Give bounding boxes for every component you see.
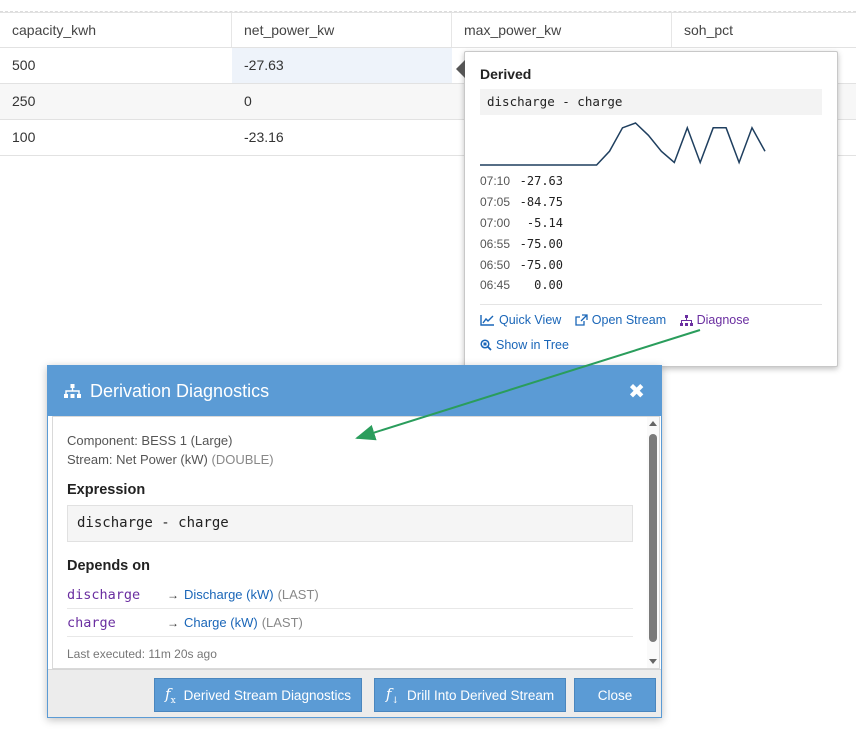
popover-arrow (456, 60, 465, 78)
recent-values-list: 07:10 -27.63 07:05 -84.75 07:00 -5.14 06:55… (480, 171, 822, 296)
table-header: capacity_kwh net_power_kw max_power_kw s… (0, 12, 856, 48)
value-row: 06:55 -75.00 (480, 233, 822, 254)
value-time: 06:45 (480, 278, 511, 293)
value-number: -84.75 (519, 195, 563, 210)
drill-into-derived-stream-label: Drill Into Derived Stream (407, 687, 555, 703)
open-stream-link[interactable]: Open Stream (575, 313, 666, 327)
external-link-icon (575, 314, 588, 326)
scroll-up-icon[interactable] (649, 421, 657, 426)
popover-actions-row2: Show in Tree (480, 338, 822, 354)
column-header[interactable]: net_power_kw (232, 13, 452, 47)
popover-divider (480, 303, 822, 305)
line-chart-icon (480, 314, 494, 326)
column-header[interactable]: max_power_kw (452, 13, 672, 47)
depends-heading: Depends on (67, 558, 150, 574)
diagnose-label: Diagnose (696, 313, 750, 328)
derived-stream-diagnostics-button[interactable]: fx Derived Stream Diagnostics (154, 678, 362, 712)
value-time: 07:00 (480, 215, 511, 230)
function-icon: fx (165, 684, 176, 706)
popover-expression: discharge - charge (480, 89, 822, 115)
popover-title: Derived (480, 66, 532, 82)
close-icon[interactable]: ✖ (628, 379, 645, 404)
scroll-thumb[interactable] (649, 434, 657, 642)
table-cell-selected[interactable]: -27.63 (232, 48, 452, 83)
expression-box: discharge - charge (67, 505, 633, 542)
last-executed: Last executed: 11m 20s ago (67, 647, 217, 661)
dependency-link[interactable]: Discharge (kW) (184, 587, 274, 602)
stream-label: Stream: Net Power (kW) (67, 452, 208, 467)
modal-header: Derivation Diagnostics ✖ (48, 366, 661, 416)
column-header[interactable]: soh_pct (672, 13, 856, 47)
stream-type: (DOUBLE) (211, 452, 274, 467)
close-button[interactable]: Close (574, 678, 656, 712)
dependency-link[interactable]: Charge (kW) (184, 615, 258, 630)
show-in-tree-link[interactable]: Show in Tree (480, 338, 569, 352)
sitemap-icon (64, 384, 81, 398)
dependency-aggregation: (LAST) (261, 615, 303, 630)
drill-into-derived-stream-button[interactable]: f↓ Drill Into Derived Stream (374, 678, 566, 712)
value-time: 07:05 (480, 195, 511, 210)
value-time: 07:10 (480, 174, 511, 189)
value-row: 07:10 -27.63 (480, 171, 822, 192)
table-cell[interactable]: 100 (0, 120, 232, 155)
value-number: -5.14 (526, 215, 563, 230)
value-row: 06:45 0.00 (480, 275, 822, 296)
value-row: 07:05 -84.75 (480, 192, 822, 213)
table-cell[interactable]: -23.16 (232, 120, 452, 155)
sparkline-series (480, 122, 766, 166)
value-number: -75.00 (519, 236, 563, 251)
quick-view-label: Quick View (499, 312, 562, 327)
scroll-down-icon[interactable] (649, 659, 657, 664)
derivation-diagnostics-modal: Derivation Diagnostics ✖ Component: BESS… (47, 365, 662, 718)
value-time: 06:55 (480, 236, 511, 251)
table-cell[interactable]: 0 (232, 84, 452, 119)
search-tree-icon (480, 339, 492, 351)
sitemap-icon (679, 314, 693, 326)
diagnose-link[interactable]: Diagnose (679, 313, 750, 328)
arrow-icon: → (167, 587, 179, 602)
quick-view-link[interactable]: Quick View (480, 313, 561, 327)
open-stream-label: Open Stream (591, 312, 667, 327)
expression-heading: Expression (67, 482, 146, 498)
modal-body: Component: BESS 1 (Large) Stream: Net Po… (52, 416, 660, 669)
value-time: 06:50 (480, 257, 511, 272)
show-in-tree-label: Show in Tree (496, 337, 569, 352)
function-drill-icon: f↓ (385, 684, 400, 706)
table-cell[interactable]: 250 (0, 84, 232, 119)
dependency-row: discharge → Discharge (kW) (LAST) (67, 581, 633, 609)
value-row: 07:00 -5.14 (480, 213, 822, 234)
top-border (0, 0, 856, 12)
sparkline-chart (480, 122, 766, 166)
derived-popover: Derived discharge - charge 07:10 -27.63 0… (456, 51, 838, 367)
derived-stream-diagnostics-label: Derived Stream Diagnostics (183, 687, 351, 703)
stream-info: Stream: Net Power (kW) (DOUBLE) (67, 450, 645, 469)
value-number: -75.00 (519, 257, 563, 272)
modal-title: Derivation Diagnostics (90, 380, 270, 401)
modal-footer: fx Derived Stream Diagnostics f↓ Drill I… (48, 669, 661, 717)
column-header[interactable]: capacity_kwh (0, 13, 232, 47)
dependency-aggregation: (LAST) (277, 587, 319, 602)
dependency-variable: discharge (67, 586, 141, 603)
modal-scrollbar[interactable] (647, 417, 659, 668)
table-cell[interactable]: 500 (0, 48, 232, 83)
component-info: Component: BESS 1 (Large) (67, 433, 233, 448)
value-number: -27.63 (519, 174, 563, 189)
dependency-row: charge → Charge (kW) (LAST) (67, 609, 633, 637)
dependency-variable: charge (67, 614, 116, 631)
value-number: 0.00 (534, 278, 563, 293)
arrow-icon: → (167, 615, 179, 630)
popover-actions: Quick View Open Stream Diagnose (480, 313, 822, 329)
value-row: 06:50 -75.00 (480, 254, 822, 275)
